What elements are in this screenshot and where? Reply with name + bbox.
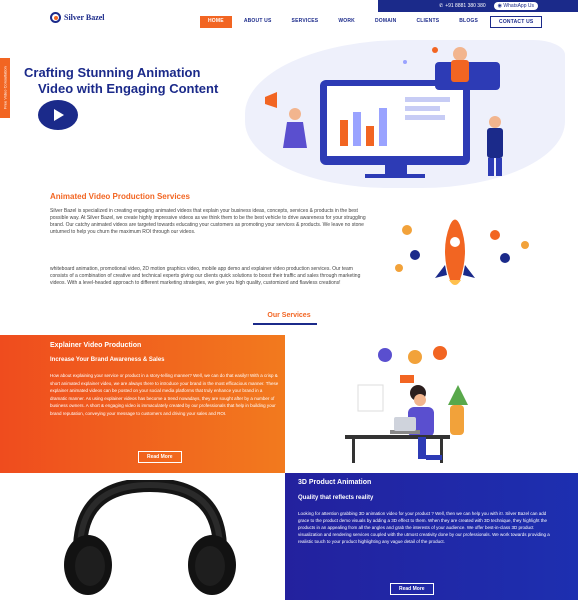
headphones-image [64,480,236,595]
explainer-title: Explainer Video Production [50,342,142,349]
nav-about-us[interactable]: ABOUT US [236,16,280,28]
hero-title-line1: Crafting Stunning Animation [24,65,201,80]
nav-blogs[interactable]: BLOGS [451,16,486,28]
contact-strip: ✆ +91 8881 380 380 ◉ WhatsApp Us [378,0,578,12]
intro-paragraph-1: Silver Bazel is specialized in creating … [50,208,366,235]
whatsapp-icon: ◉ [497,3,503,9]
site-logo[interactable]: Silver Bazel [50,12,105,23]
nav-domain[interactable]: DOMAIN [367,16,404,28]
3d-product-title: 3D Product Animation [298,479,372,486]
whatsapp-button[interactable]: ◉ WhatsApp Us [493,2,538,10]
phone-number[interactable]: ✆ +91 8881 380 380 [439,3,486,9]
logo-mark-icon [50,12,61,23]
top-bar: ✆ +91 8881 380 380 ◉ WhatsApp Us [0,0,578,12]
logo-text: Silver Bazel [64,13,105,22]
services-title-underline [253,323,317,325]
3d-product-panel: 3D Product Animation Quality that reflec… [285,473,578,600]
whatsapp-label: WhatsApp Us [503,3,534,9]
explainer-read-more-button[interactable]: Read More [138,451,182,463]
explainer-video-panel: Explainer Video Production Increase Your… [0,335,285,473]
explainer-body: How about explaining your service or pro… [50,373,279,416]
intro-section-title: Animated Video Production Services [50,192,190,201]
main-nav: HOME ABOUT US SERVICES WORK DOMAIN CLIEN… [200,16,543,28]
nav-contact-us[interactable]: CONTACT US [490,16,543,28]
3d-product-body: Looking for attention grabbing 3D animat… [298,511,550,544]
3d-product-read-more-button[interactable]: Read More [390,583,434,595]
3d-product-subtitle: Quality that reflects reality [298,495,374,501]
phone-text: +91 8881 380 380 [445,3,486,9]
hero-illustration [265,47,503,178]
explainer-illustration [345,346,468,463]
intro-paragraph-2: whiteboard animation, promotional video,… [50,266,361,286]
hero-title-line2: Video with Engaging Content [38,81,219,96]
explainer-subtitle: Increase Your Brand Awareness & Sales [50,357,165,363]
nav-clients[interactable]: CLIENTS [408,16,447,28]
play-video-button[interactable] [38,100,78,130]
hero-title: Crafting Stunning Animation Video with E… [24,65,218,97]
phone-icon: ✆ [438,3,444,9]
rocket-illustration [395,219,529,285]
services-title: Our Services [267,312,311,319]
nav-services[interactable]: SERVICES [284,16,327,28]
free-consultation-tab[interactable]: Free Video Consultation [0,58,10,118]
nav-home[interactable]: HOME [200,16,232,28]
nav-work[interactable]: WORK [330,16,363,28]
